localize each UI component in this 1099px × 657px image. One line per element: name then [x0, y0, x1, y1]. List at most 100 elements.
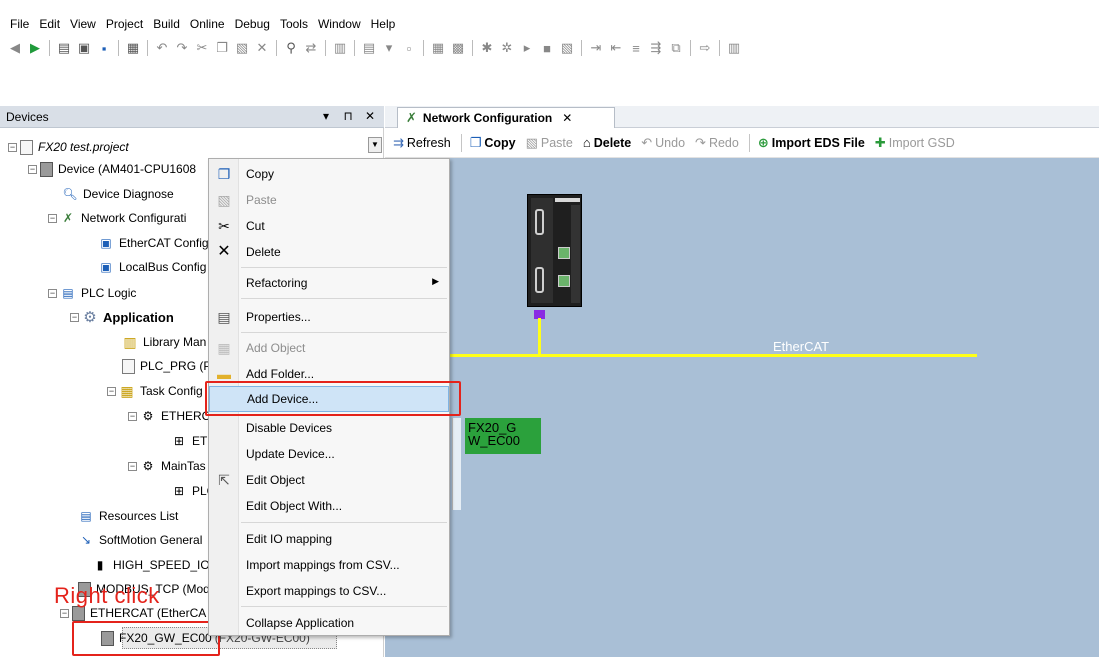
- menu-tools[interactable]: Tools: [275, 14, 313, 34]
- plc-logic-icon: ▤: [62, 286, 74, 300]
- network-canvas[interactable]: [385, 158, 1099, 657]
- indent-icon[interactable]: ⇥: [587, 39, 605, 57]
- close-icon[interactable]: ✕: [364, 109, 376, 123]
- insert-icon[interactable]: ▾: [380, 39, 398, 57]
- menu-item-cut[interactable]: ✂ Cut: [209, 213, 449, 239]
- menu-item-add-object[interactable]: ▦ Add Object: [209, 335, 449, 361]
- menu-item-refactoring[interactable]: Refactoring ▶: [209, 270, 449, 296]
- paste-icon[interactable]: ▧: [233, 39, 251, 57]
- undo-button[interactable]: ↶ Undo: [641, 135, 685, 151]
- tree-item-high-speed-io[interactable]: ▮ HIGH_SPEED_IO (: [92, 554, 217, 576]
- menu-online[interactable]: Online: [185, 14, 230, 34]
- device-icon[interactable]: ▥: [331, 39, 349, 57]
- run-icon[interactable]: ✲: [498, 39, 516, 57]
- chart-icon[interactable]: ▦: [429, 39, 447, 57]
- tree-dropdown-button[interactable]: ▼: [368, 137, 382, 153]
- menu-help[interactable]: Help: [366, 14, 401, 34]
- menu-build[interactable]: Build: [148, 14, 185, 34]
- tree-item-network-config[interactable]: − ✗ Network Configurati: [48, 207, 186, 229]
- grid-icon[interactable]: ▫: [400, 39, 418, 57]
- network-config-icon: ✗: [406, 110, 417, 125]
- tab-network-configuration[interactable]: ✗ Network Configuration ✕: [397, 107, 615, 128]
- tree-item-ethercat-config[interactable]: ▣ EtherCAT Config: [98, 232, 208, 254]
- menu-file[interactable]: File: [0, 14, 34, 34]
- tree-item-task-config[interactable]: − ▦ Task Config: [107, 380, 203, 402]
- stop-icon[interactable]: ▸: [518, 39, 536, 57]
- bus-drop-line: [538, 318, 541, 355]
- menu-item-edit-object-with[interactable]: Edit Object With...: [209, 493, 449, 519]
- menu-item-edit-io-mapping[interactable]: Edit IO mapping: [209, 526, 449, 552]
- tree-item-ethercat-task[interactable]: − ⚙ ETHERC: [128, 405, 210, 427]
- menu-item-export-mappings[interactable]: Export mappings to CSV...: [209, 578, 449, 604]
- back-icon[interactable]: ◀: [6, 39, 24, 57]
- copy-icon: ❐: [217, 166, 231, 182]
- close-icon[interactable]: ✕: [562, 111, 572, 125]
- menu-item-properties[interactable]: ▤ Properties...: [209, 304, 449, 330]
- menu-view[interactable]: View: [65, 14, 101, 34]
- undo-icon: ↶: [641, 134, 653, 150]
- tree-item-plc-logic[interactable]: − ▤ PLC Logic: [48, 282, 136, 304]
- ethercat-bus-label: EtherCAT: [773, 339, 830, 354]
- clean-icon[interactable]: ✱: [478, 39, 496, 57]
- tree-item-device[interactable]: − Device (AM401-CPU1608: [28, 158, 196, 180]
- object-icon[interactable]: ▤: [360, 39, 378, 57]
- pin-icon[interactable]: ⊓: [342, 109, 354, 123]
- comment-icon[interactable]: ≡: [627, 39, 645, 57]
- menu-item-collapse-application[interactable]: Collapse Application: [209, 610, 449, 636]
- menu-item-paste[interactable]: ▧ Paste: [209, 187, 449, 213]
- menu-item-edit-object[interactable]: ⇱ Edit Object: [209, 467, 449, 493]
- settings-icon[interactable]: ▥: [725, 39, 743, 57]
- devices-pane-title: Devices: [6, 110, 49, 124]
- menu-item-copy[interactable]: ❐ Copy: [209, 161, 449, 187]
- menu-edit[interactable]: Edit: [34, 14, 65, 34]
- menu-window[interactable]: Window: [313, 14, 366, 34]
- copy-button[interactable]: ❐ Copy: [470, 135, 516, 151]
- delete-button[interactable]: ⌂ Delete: [583, 135, 631, 150]
- tree-item-plc-prg[interactable]: PLC_PRG (P: [122, 355, 211, 377]
- replace-icon[interactable]: ⇄: [302, 39, 320, 57]
- step-icon[interactable]: ⇶: [647, 39, 665, 57]
- import-gsd-button[interactable]: ✚ Import GSD: [875, 135, 955, 151]
- redo-button[interactable]: ↷ Redo: [695, 135, 739, 151]
- forward-step-icon[interactable]: ⇨: [696, 39, 714, 57]
- fx20-gw-node[interactable]: FX20_G W_EC00: [465, 418, 541, 454]
- forward-icon[interactable]: ▶: [26, 39, 44, 57]
- menu-item-delete[interactable]: ✕ Delete: [209, 239, 449, 265]
- import-eds-button[interactable]: ⊕ Import EDS File: [758, 135, 865, 151]
- tree-item-device-diagnose[interactable]: 🔍︎ Device Diagnose: [62, 183, 173, 205]
- tree-item-library-manager[interactable]: ▥ Library Man: [122, 331, 206, 353]
- tree-item-softmotion[interactable]: ↘ SoftMotion General: [78, 529, 202, 551]
- pane-menu-icon[interactable]: ▾: [320, 109, 332, 123]
- redo-icon[interactable]: ↷: [173, 39, 191, 57]
- bookmark-icon[interactable]: ▧: [558, 39, 576, 57]
- tree-item-application[interactable]: − ⚙ Application: [70, 306, 174, 328]
- menu-item-update-device[interactable]: Update Device...: [209, 441, 449, 467]
- print-icon[interactable]: ▦: [124, 39, 142, 57]
- outdent-icon[interactable]: ⇤: [607, 39, 625, 57]
- find-icon[interactable]: ⚲: [282, 39, 300, 57]
- refresh-button[interactable]: ⇉ Refresh: [393, 135, 451, 151]
- save-icon[interactable]: ▪: [95, 39, 113, 57]
- delete-icon: ✕: [217, 243, 231, 260]
- plc-device-image[interactable]: [527, 194, 582, 307]
- build-icon[interactable]: ▩: [449, 39, 467, 57]
- tree-item-localbus-config[interactable]: ▣ LocalBus Config: [98, 256, 206, 278]
- menu-item-disable-devices[interactable]: Disable Devices: [209, 415, 449, 441]
- open-icon[interactable]: ▣: [75, 39, 93, 57]
- clear-icon[interactable]: ■: [538, 39, 556, 57]
- menu-item-import-mappings[interactable]: Import mappings from CSV...: [209, 552, 449, 578]
- submenu-arrow-icon: ▶: [432, 276, 439, 286]
- more-icon[interactable]: ⧉: [667, 39, 685, 57]
- menu-project[interactable]: Project: [101, 14, 148, 34]
- menu-debug[interactable]: Debug: [230, 14, 275, 34]
- cut-icon[interactable]: ✂: [193, 39, 211, 57]
- new-icon[interactable]: ▤: [55, 39, 73, 57]
- paste-button[interactable]: ▧ Paste: [526, 135, 573, 151]
- undo-icon[interactable]: ↶: [153, 39, 171, 57]
- application-icon: ⚙: [83, 309, 97, 326]
- tree-item-resources-list[interactable]: ▤ Resources List: [78, 505, 178, 527]
- tree-item-main-task[interactable]: − ⚙ MainTas: [128, 455, 206, 477]
- tree-item-project[interactable]: − FX20 test.project: [8, 136, 129, 158]
- copy-icon[interactable]: ❐: [213, 39, 231, 57]
- delete-icon[interactable]: ✕: [253, 39, 271, 57]
